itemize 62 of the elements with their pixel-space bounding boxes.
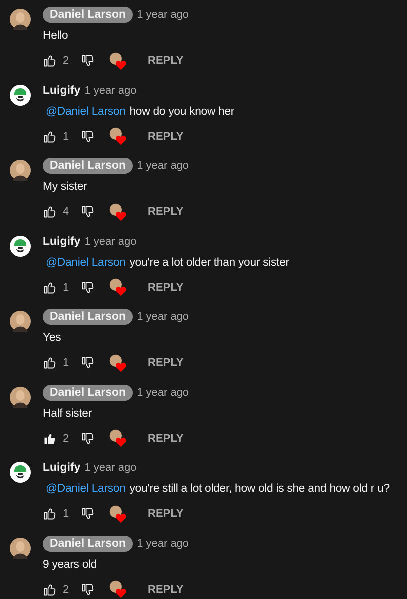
- avatar-photo[interactable]: [10, 9, 31, 30]
- thumbs-up-icon[interactable]: [43, 432, 57, 446]
- thumbs-down-icon[interactable]: [81, 280, 95, 294]
- comment-text: you're still a lot older, how old is she and how old r u?: [130, 483, 390, 495]
- reply-button[interactable]: REPLY: [144, 430, 188, 446]
- thumbs-up-icon[interactable]: [43, 280, 57, 294]
- reply-button[interactable]: REPLY: [144, 355, 188, 371]
- comment-time[interactable]: 1 year ago: [84, 462, 137, 474]
- avatar-logo-icon[interactable]: [10, 462, 31, 483]
- comment-time[interactable]: 1 year ago: [137, 538, 190, 550]
- reply-button[interactable]: REPLY: [144, 53, 188, 69]
- thumbs-up-icon[interactable]: [43, 356, 57, 370]
- thumbs-up-icon[interactable]: [43, 205, 57, 219]
- comment-time[interactable]: 1 year ago: [137, 9, 190, 21]
- reply-button[interactable]: REPLY: [144, 204, 188, 220]
- author-name[interactable]: Luigify: [43, 462, 81, 474]
- comment-text: Half sister: [43, 408, 92, 420]
- thumbs-up-icon[interactable]: [43, 130, 57, 144]
- thumbs-down-icon[interactable]: [81, 205, 95, 219]
- thumbs-down-icon[interactable]: [81, 507, 95, 521]
- comment-text: how do you know her: [130, 106, 235, 118]
- like-count: 2: [63, 584, 70, 596]
- comment-text: Hello: [43, 30, 68, 42]
- comment-text: My sister: [43, 181, 88, 193]
- comment-time[interactable]: 1 year ago: [84, 236, 137, 248]
- thumbs-up-icon[interactable]: [43, 54, 57, 68]
- author-name[interactable]: Luigify: [43, 84, 81, 96]
- thumbs-down-icon[interactable]: [81, 130, 95, 144]
- comment-text: Yes: [43, 332, 62, 344]
- comment-text: 9 years old: [43, 558, 98, 570]
- thumbs-down-icon[interactable]: [81, 582, 95, 596]
- avatar-photo[interactable]: [10, 538, 31, 558]
- avatar-logo-icon[interactable]: [10, 236, 31, 256]
- comment-time[interactable]: 1 year ago: [84, 84, 137, 96]
- like-count: 2: [63, 432, 70, 444]
- author-name[interactable]: Luigify: [43, 236, 81, 248]
- mention-link[interactable]: @Daniel Larson: [46, 106, 126, 118]
- avatar-photo[interactable]: [10, 160, 31, 181]
- reply-button[interactable]: REPLY: [144, 128, 188, 144]
- avatar-photo[interactable]: [10, 386, 31, 408]
- like-count: 1: [63, 282, 70, 294]
- like-count: 4: [63, 206, 70, 218]
- like-count: 1: [63, 130, 70, 142]
- reply-button[interactable]: REPLY: [144, 506, 188, 522]
- avatar-logo-icon[interactable]: [10, 84, 31, 106]
- thumbs-up-icon[interactable]: [43, 507, 57, 521]
- reply-button[interactable]: REPLY: [144, 582, 188, 598]
- like-count: 1: [63, 508, 70, 520]
- comment-time[interactable]: 1 year ago: [137, 386, 190, 398]
- thumbs-down-icon[interactable]: [81, 54, 95, 68]
- thumbs-down-icon[interactable]: [81, 432, 95, 446]
- mention-link[interactable]: @Daniel Larson: [46, 256, 126, 268]
- avatar-photo[interactable]: [10, 311, 31, 332]
- mention-link[interactable]: @Daniel Larson: [46, 483, 126, 495]
- thumbs-up-icon[interactable]: [43, 582, 57, 596]
- comment-text: you're a lot older than your sister: [130, 256, 290, 268]
- like-count: 1: [63, 357, 70, 369]
- thumbs-down-icon[interactable]: [81, 356, 95, 370]
- comment-time[interactable]: 1 year ago: [137, 160, 190, 172]
- reply-button[interactable]: REPLY: [144, 280, 188, 296]
- like-count: 2: [63, 55, 70, 67]
- comment-time[interactable]: 1 year ago: [137, 311, 190, 323]
